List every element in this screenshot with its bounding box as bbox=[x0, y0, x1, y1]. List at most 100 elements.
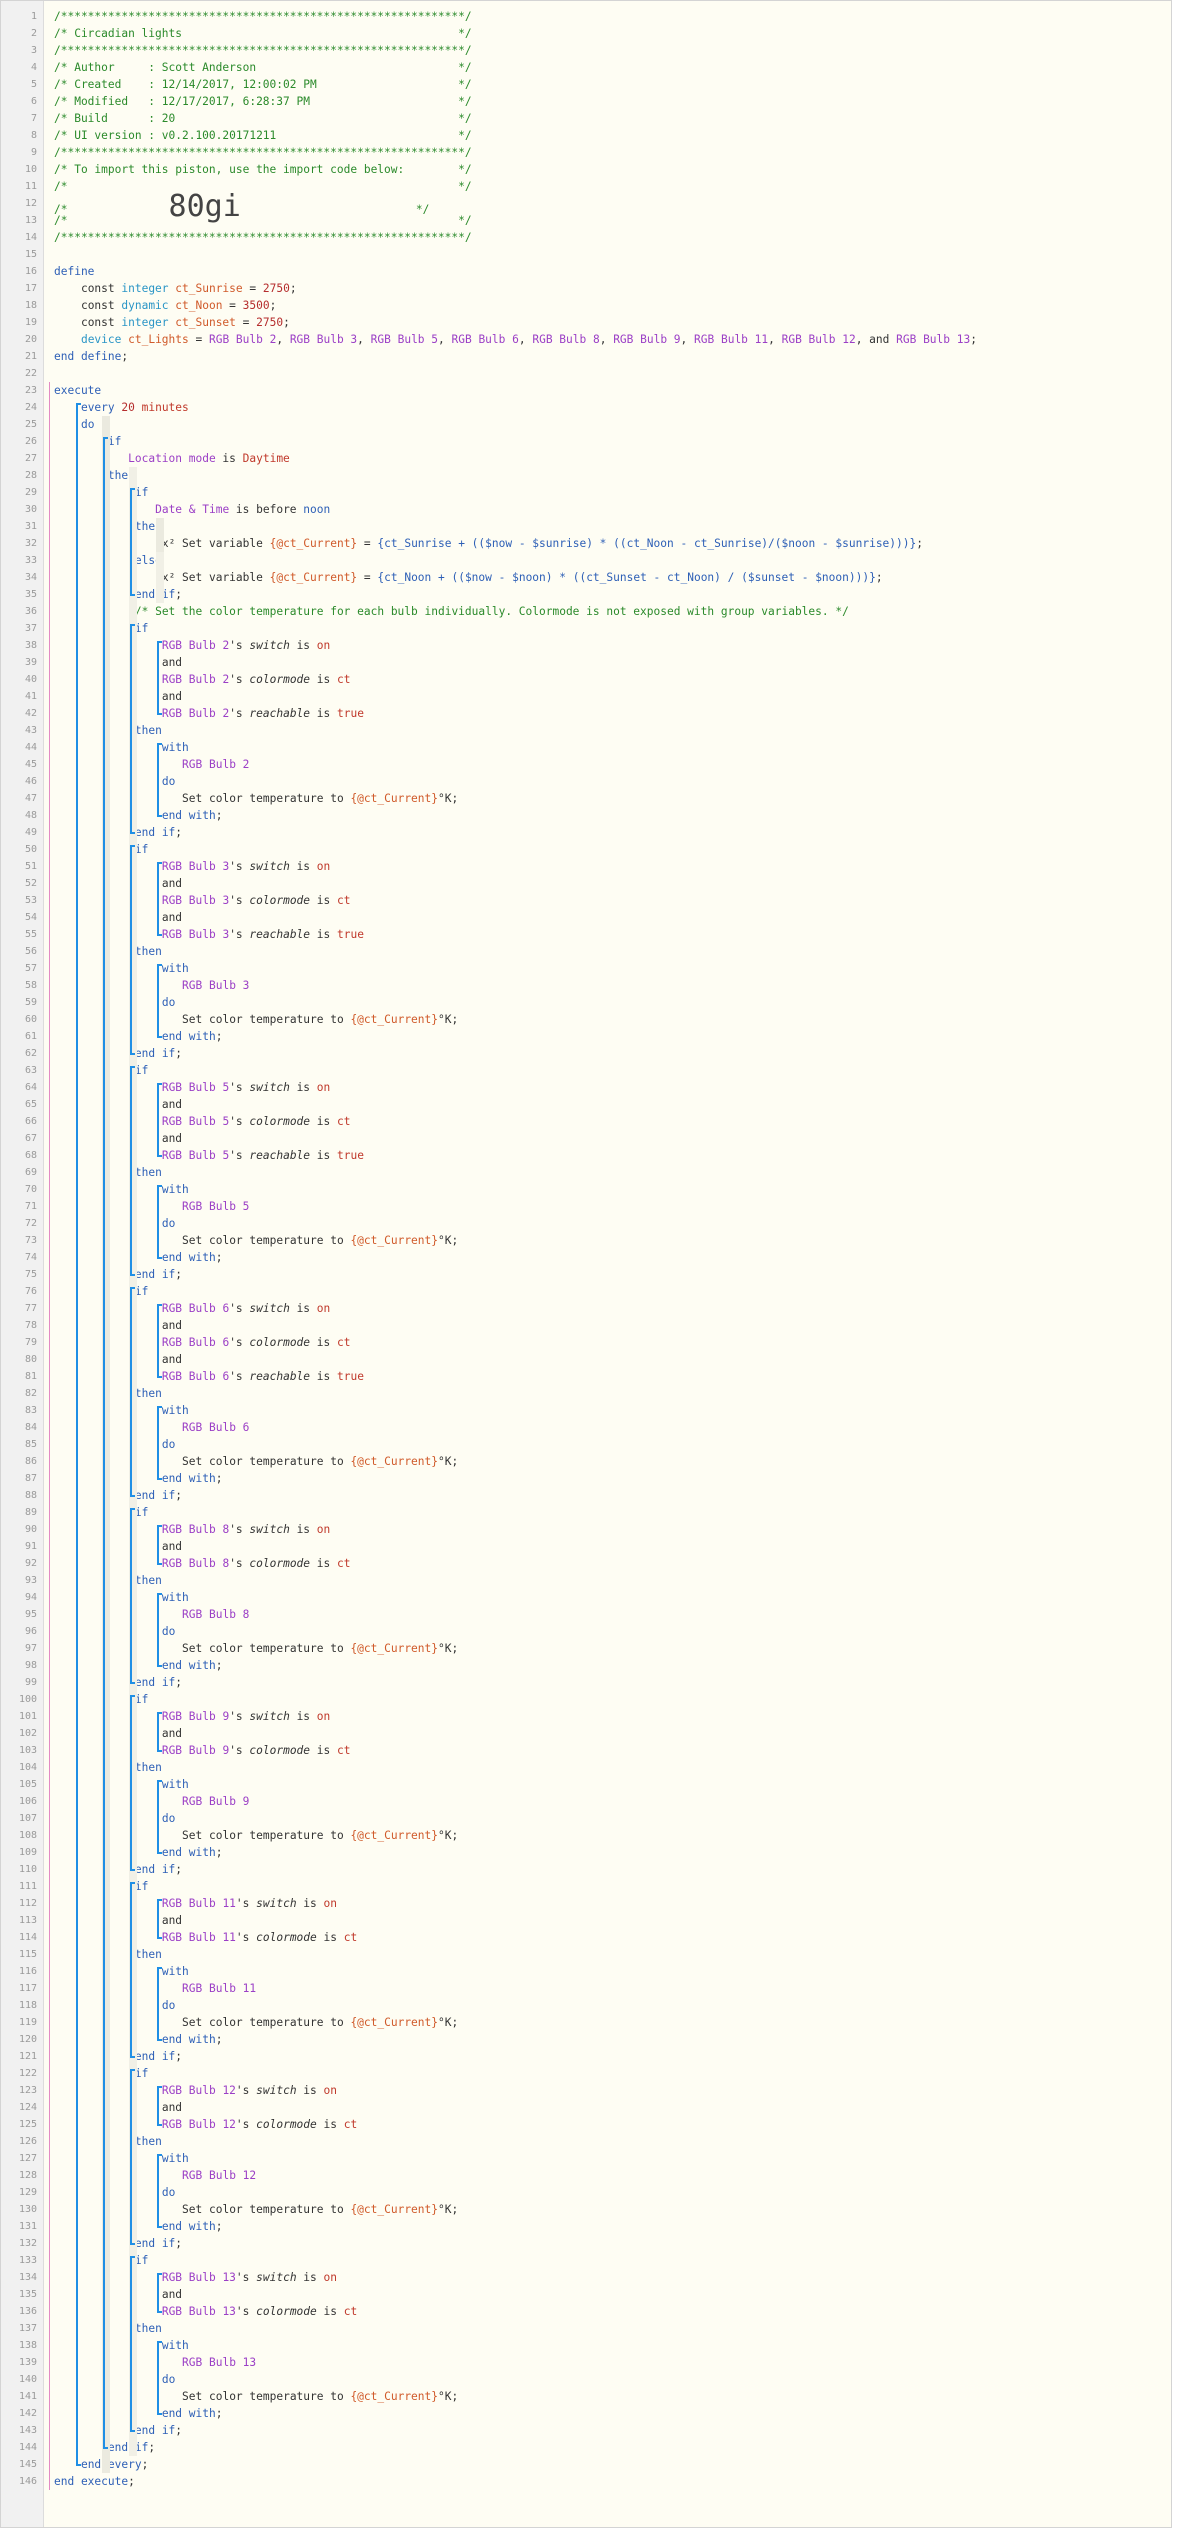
code-text: RGB Bulb 2's switch is on bbox=[162, 637, 330, 654]
line-number: 16 bbox=[24, 266, 37, 277]
code-text: RGB Bulb 11's switch is on bbox=[162, 1895, 337, 1912]
code-line: 27 Location mode is Daytime bbox=[1, 450, 1171, 467]
code-line: 36 /* Set the color temperature for each … bbox=[1, 603, 1171, 620]
line-number: 54 bbox=[24, 912, 37, 923]
line-number: 2 bbox=[30, 28, 37, 39]
code-line: 16 define bbox=[1, 263, 1171, 280]
code-token: end with bbox=[161, 2220, 216, 2233]
code-token: ct_Noon bbox=[175, 299, 223, 312]
code-token: integer bbox=[121, 316, 169, 329]
code-text: and bbox=[162, 688, 182, 705]
block-guide-tick bbox=[129, 594, 135, 596]
code-line: 120 end with; bbox=[1, 2031, 1171, 2048]
line-number: 37 bbox=[24, 623, 37, 634]
code-text: if bbox=[135, 1691, 148, 1708]
code-line: 67 and bbox=[1, 1130, 1171, 1147]
code-token: and bbox=[161, 911, 183, 924]
line-number: 87 bbox=[24, 1473, 37, 1484]
code-text: and bbox=[162, 2099, 182, 2116]
block-guide-tick bbox=[156, 2273, 162, 2275]
line-number: 118 bbox=[18, 2000, 37, 2011]
code-line: 21 end define; bbox=[1, 348, 1171, 365]
code-line: 43 then bbox=[1, 722, 1171, 739]
code-token: = bbox=[188, 333, 209, 346]
block-guide-tick bbox=[156, 2124, 162, 2126]
code-token: = bbox=[357, 571, 378, 584]
block-guide bbox=[129, 1508, 132, 1684]
code-text: do bbox=[162, 2371, 175, 2388]
code-text: end with; bbox=[162, 1844, 223, 1861]
code-text: if bbox=[135, 2065, 148, 2082]
code-line: 127 with bbox=[1, 2150, 1171, 2167]
block-guide-tick bbox=[129, 1287, 135, 1289]
code-token: RGB Bulb 5 bbox=[161, 1115, 230, 1128]
line-number: 46 bbox=[24, 776, 37, 787]
code-token: ; bbox=[175, 2424, 183, 2437]
code-text: with bbox=[162, 1963, 189, 1980]
indent-shade bbox=[155, 552, 164, 603]
code-token: 's bbox=[229, 1557, 250, 1570]
code-token: 's bbox=[229, 1710, 250, 1723]
code-token: RGB Bulb 12 bbox=[781, 333, 856, 346]
block-guide bbox=[102, 437, 105, 2449]
line-number: 26 bbox=[24, 436, 37, 447]
code-line: 32 x² Set variable {@ct_Current} = {ct_Su… bbox=[1, 535, 1171, 552]
code-token: then bbox=[134, 1948, 162, 1961]
line-number: 23 bbox=[24, 385, 37, 396]
code-token: , bbox=[599, 333, 614, 346]
block-guide-tick bbox=[75, 403, 81, 405]
code-token: end with bbox=[161, 1251, 216, 1264]
code-text: and bbox=[162, 909, 182, 926]
code-token: ; bbox=[215, 809, 223, 822]
code-line: 30 Date & Time is before noon bbox=[1, 501, 1171, 518]
code-text: x² Set variable {@ct_Current} = {ct_Noon… bbox=[162, 569, 883, 586]
code-line: 94 with bbox=[1, 1589, 1171, 1606]
code-text: do bbox=[162, 2184, 175, 2201]
code-token: end with bbox=[161, 2033, 216, 2046]
code-text: RGB Bulb 2's colormode is ct bbox=[162, 671, 351, 688]
code-text: end with; bbox=[162, 2031, 223, 2048]
line-number: 33 bbox=[24, 555, 37, 566]
code-token: then bbox=[134, 1166, 162, 1179]
block-guide bbox=[129, 624, 132, 834]
code-token: is bbox=[215, 452, 243, 465]
block-guide-tick bbox=[129, 1508, 135, 1510]
code-line: 72 do bbox=[1, 1215, 1171, 1232]
code-token: /* Build : 20 */ bbox=[54, 112, 472, 125]
code-token: end if bbox=[134, 2237, 176, 2250]
line-number: 88 bbox=[24, 1490, 37, 1501]
code-line: 117 RGB Bulb 11 bbox=[1, 1980, 1171, 1997]
code-token: ; bbox=[269, 299, 277, 312]
line-number: 18 bbox=[24, 300, 37, 311]
code-line: 90 RGB Bulb 8's switch is on bbox=[1, 1521, 1171, 1538]
code-token: {@ct_Current} bbox=[350, 1829, 438, 1842]
code-token: /* Circadian lights */ bbox=[54, 27, 472, 40]
code-token: 's bbox=[229, 1370, 250, 1383]
code-text: Set color temperature to {@ct_Current}°K… bbox=[182, 1640, 458, 1657]
code-line: 65 and bbox=[1, 1096, 1171, 1113]
line-number: 77 bbox=[24, 1303, 37, 1314]
code-token: colormode bbox=[256, 2118, 317, 2131]
code-line: 22 bbox=[1, 365, 1171, 382]
code-text: if bbox=[135, 841, 148, 858]
line-number: 41 bbox=[24, 691, 37, 702]
code-line: 86 Set color temperature to {@ct_Current}… bbox=[1, 1453, 1171, 1470]
code-line: 87 end with; bbox=[1, 1470, 1171, 1487]
code-line: 139 RGB Bulb 13 bbox=[1, 2354, 1171, 2371]
line-number: 60 bbox=[24, 1014, 37, 1025]
code-line: 17 const integer ct_Sunrise = 2750; bbox=[1, 280, 1171, 297]
block-guide-tick bbox=[156, 1304, 162, 1306]
code-text: RGB Bulb 11 bbox=[182, 1980, 256, 1997]
line-number: 135 bbox=[18, 2289, 37, 2300]
code-token: end if bbox=[134, 2424, 176, 2437]
block-guide-tick bbox=[156, 1750, 162, 1752]
line-number: 83 bbox=[24, 1405, 37, 1416]
line-number: 53 bbox=[24, 895, 37, 906]
code-line: 75 end if; bbox=[1, 1266, 1171, 1283]
line-number: 58 bbox=[24, 980, 37, 991]
line-number: 140 bbox=[18, 2374, 37, 2385]
line-number: 97 bbox=[24, 1643, 37, 1654]
code-text: RGB Bulb 6's colormode is ct bbox=[162, 1334, 351, 1351]
code-token: /***************************************… bbox=[54, 44, 472, 57]
code-line: 56 then bbox=[1, 943, 1171, 960]
